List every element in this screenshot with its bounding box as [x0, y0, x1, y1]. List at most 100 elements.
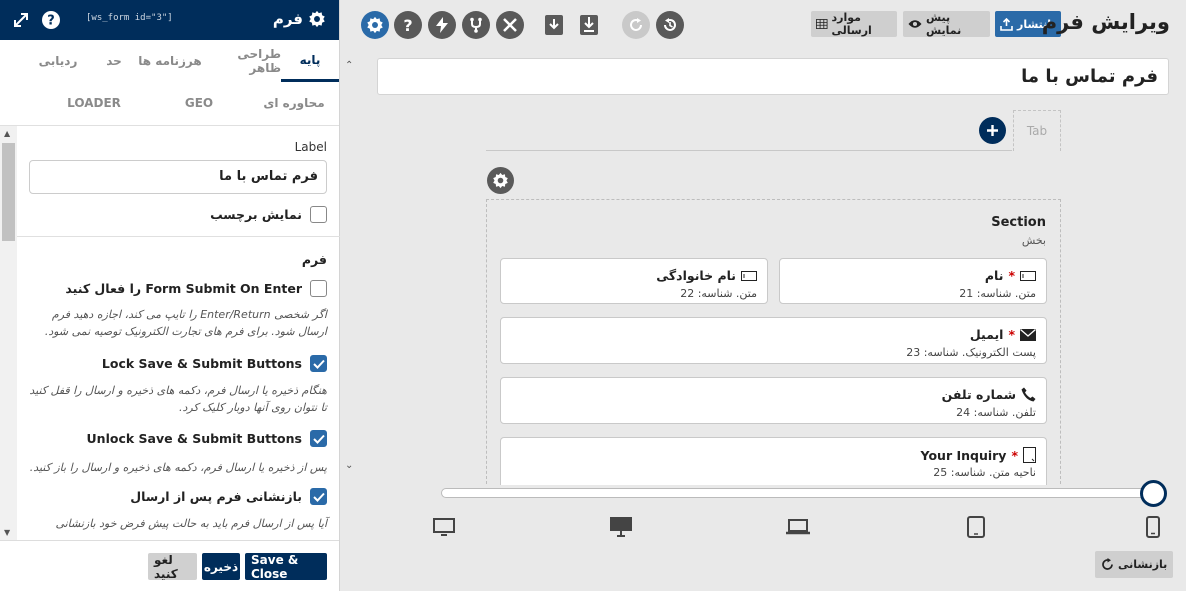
- reset-label: بازنشانی: [1118, 558, 1168, 571]
- submit-on-enter-option[interactable]: Form Submit On Enter را فعال کنید: [65, 280, 327, 297]
- table-icon: [816, 19, 828, 29]
- gear-icon: [493, 172, 508, 189]
- page-title: ویرایش فرم: [1041, 10, 1170, 34]
- tab-loader[interactable]: LOADER: [39, 82, 149, 124]
- checkmark-icon: [312, 434, 325, 444]
- history-button[interactable]: [656, 11, 684, 39]
- submissions-label: موارد ارسالی: [831, 11, 872, 37]
- field-title: * Your Inquiry: [921, 447, 1036, 463]
- submit-on-enter-help: اگر شخصی Enter/Return را تایپ می کند، اج…: [44, 308, 327, 338]
- reset-after-submit-help: آیا پس از ارسال فرم باید به حالت پیش فرض…: [55, 517, 327, 530]
- show-label-label: نمایش برچسب: [210, 207, 302, 222]
- field-card-phone[interactable]: شماره تلفن تلفن. شناسه: 24: [500, 377, 1047, 424]
- section-settings-button[interactable]: [487, 167, 514, 194]
- tab-tracking[interactable]: ردیابی: [23, 40, 93, 82]
- reset-after-submit-option[interactable]: بازنشانی فرم پس از ارسال: [130, 488, 327, 505]
- gear-icon: [308, 10, 326, 28]
- field-title: * ایمیل: [970, 327, 1036, 342]
- lock-buttons-help: هنگام ذخیره یا ارسال فرم، دکمه های ذخیره…: [29, 384, 327, 414]
- field-meta: پست الکترونیک. شناسه: 23: [906, 346, 1036, 359]
- show-label-checkbox[interactable]: [310, 206, 327, 223]
- scroll-down-icon[interactable]: ▼: [4, 528, 10, 537]
- tools-button[interactable]: [496, 11, 524, 39]
- canvas-scrollbar[interactable]: ⌃ ⌄: [341, 40, 358, 490]
- tab-geo[interactable]: GEO: [149, 82, 249, 124]
- field-meta: ناحیه متن. شناسه: 25: [933, 466, 1036, 479]
- sidebar-scroll-thumb[interactable]: [2, 143, 15, 241]
- mobile-icon[interactable]: [1141, 515, 1165, 539]
- tab-limit[interactable]: حد: [93, 40, 135, 82]
- reset-after-submit-label: بازنشانی فرم پس از ارسال: [130, 489, 302, 504]
- lock-buttons-option[interactable]: Lock Save & Submit Buttons: [102, 355, 327, 372]
- tab-placeholder[interactable]: Tab: [1013, 110, 1061, 151]
- unlock-buttons-option[interactable]: Unlock Save & Submit Buttons: [87, 430, 327, 447]
- unlock-buttons-label: Unlock Save & Submit Buttons: [86, 431, 302, 446]
- field-card-inquiry[interactable]: * Your Inquiry ناحیه متن. شناسه: 25: [500, 437, 1047, 485]
- sidebar-settings-panel: ▲ ▼ Label فرم تماس با ما نمایش برچسب فرم…: [0, 126, 340, 540]
- import-button[interactable]: [541, 11, 567, 39]
- tab-styling[interactable]: طراحی ظاهر: [205, 40, 281, 82]
- form-section-title: فرم: [301, 252, 327, 267]
- envelope-icon: [1020, 328, 1036, 341]
- form-section[interactable]: Section بخش * نام متن. شناسه: 21 نام خان…: [486, 199, 1061, 485]
- breakpoint-slider-track[interactable]: [441, 488, 1153, 498]
- sidebar-content: Label فرم تماس با ما نمایش برچسب فرم For…: [17, 126, 340, 540]
- show-label-option[interactable]: نمایش برچسب: [210, 206, 327, 223]
- save-close-button[interactable]: Save & Close: [245, 553, 327, 581]
- desktop-large-icon[interactable]: [432, 515, 456, 539]
- field-name: ایمیل: [969, 327, 1004, 342]
- publish-icon: [1000, 17, 1013, 31]
- lock-buttons-checkbox[interactable]: [310, 355, 327, 372]
- sidebar: ? [ws_form id="3"] فرم پایه طراحی ظاهر ه…: [0, 0, 340, 591]
- reset-breakpoints-button[interactable]: بازنشانی: [1095, 551, 1174, 578]
- breakpoint-slider-handle[interactable]: [1140, 480, 1167, 507]
- save-button[interactable]: ذخیره: [202, 553, 240, 580]
- add-tab-button[interactable]: [979, 117, 1006, 144]
- history-icon: [664, 18, 676, 31]
- field-title: * نام: [985, 268, 1036, 283]
- field-name: نام خانوادگی: [656, 268, 736, 283]
- tab-basic[interactable]: پایه: [281, 40, 339, 82]
- textarea-icon: [1023, 447, 1036, 463]
- export-button[interactable]: [576, 11, 602, 39]
- label-input[interactable]: فرم تماس با ما: [29, 160, 327, 194]
- download-icon: [545, 15, 563, 35]
- required-marker: *: [1011, 447, 1018, 463]
- settings-button[interactable]: [361, 11, 389, 39]
- tab-spam[interactable]: هرزنامه ها: [135, 40, 205, 82]
- field-title: شماره تلفن: [942, 387, 1036, 402]
- actions-button[interactable]: [428, 11, 456, 39]
- tab-conversational[interactable]: محاوره ای: [249, 82, 339, 124]
- shortcode[interactable]: [ws_form id="3"]: [86, 13, 173, 23]
- question-icon: ?: [403, 15, 413, 35]
- field-name: نام: [984, 268, 1004, 283]
- unlock-buttons-checkbox[interactable]: [310, 430, 327, 447]
- submit-on-enter-checkbox[interactable]: [310, 280, 327, 297]
- expand-icon[interactable]: [11, 10, 31, 30]
- sidebar-title-text: فرم: [272, 10, 303, 28]
- submissions-button[interactable]: موارد ارسالی: [811, 11, 897, 37]
- reset-after-submit-checkbox[interactable]: [310, 488, 327, 505]
- help-button[interactable]: ?: [394, 11, 422, 39]
- field-card-last-name[interactable]: نام خانوادگی متن. شناسه: 22: [500, 258, 768, 304]
- tabs-row-1: پایه طراحی ظاهر هرزنامه ها حد ردیابی: [0, 40, 339, 82]
- chevron-down-icon[interactable]: ⌄: [345, 460, 353, 471]
- form-name-input[interactable]: فرم تماس با ما: [377, 58, 1169, 95]
- field-card-email[interactable]: * ایمیل پست الکترونیک. شناسه: 23: [500, 317, 1047, 364]
- preview-button[interactable]: پیش نمایش: [903, 11, 990, 37]
- desktop-icon[interactable]: [609, 515, 633, 539]
- redo-button[interactable]: [622, 11, 650, 39]
- field-meta: متن. شناسه: 22: [680, 287, 757, 300]
- laptop-icon[interactable]: [786, 515, 810, 539]
- cancel-button[interactable]: لغو کنید: [148, 553, 197, 581]
- field-title: نام خانوادگی: [656, 268, 757, 283]
- section-title: Section: [991, 215, 1046, 230]
- field-card-first-name[interactable]: * نام متن. شناسه: 21: [779, 258, 1047, 304]
- chevron-up-icon[interactable]: ⌃: [345, 60, 353, 71]
- tablet-icon[interactable]: [964, 515, 988, 539]
- sidebar-scrollbar[interactable]: ▲ ▼: [0, 126, 17, 540]
- conditional-logic-button[interactable]: [462, 11, 490, 39]
- help-icon[interactable]: ?: [41, 10, 61, 30]
- scroll-up-icon[interactable]: ▲: [4, 129, 10, 138]
- upload-icon: [580, 15, 598, 35]
